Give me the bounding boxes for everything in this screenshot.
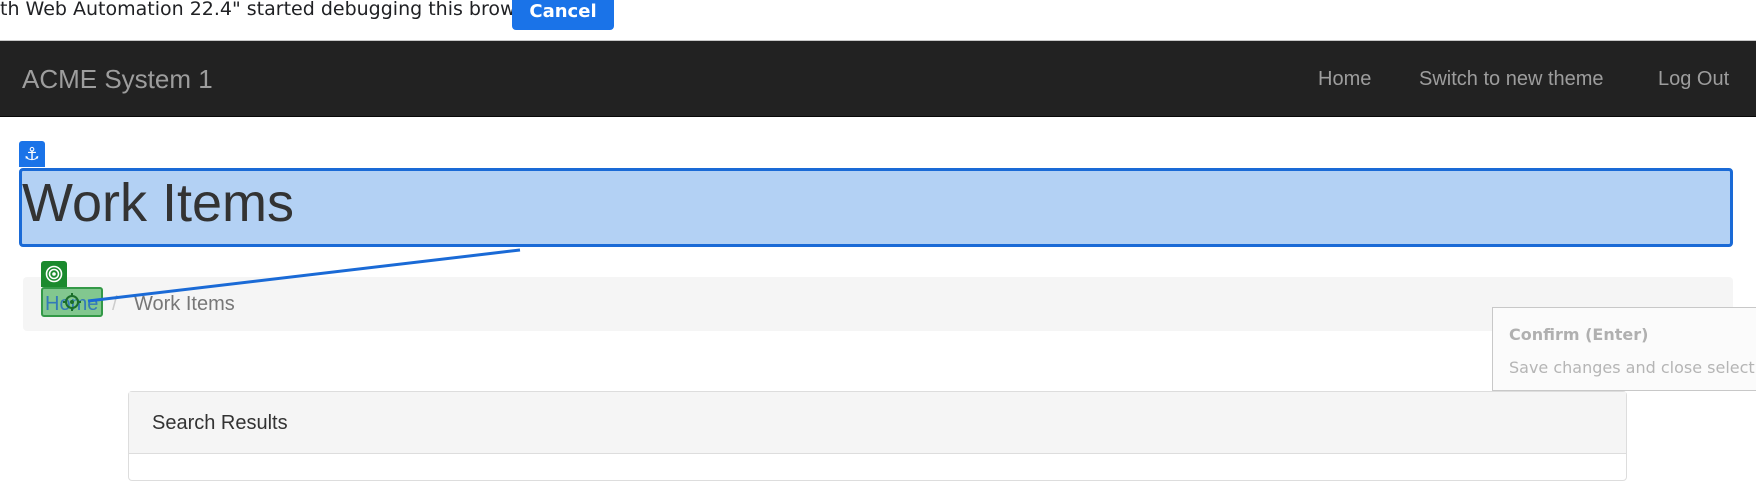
- debugger-message: th Web Automation 22.4" started debuggin…: [0, 0, 545, 20]
- nav-link-log-out[interactable]: Log Out: [1658, 66, 1729, 92]
- navbar-brand[interactable]: ACME System 1: [22, 63, 213, 95]
- tooltip-text: Save changes and close selectio: [1509, 358, 1756, 377]
- top-navbar: ACME System 1 Home Switch to new theme L…: [0, 41, 1756, 117]
- confirm-tooltip: Confirm (Enter) Save changes and close s…: [1492, 307, 1756, 391]
- cancel-debugging-button[interactable]: Cancel: [512, 0, 614, 30]
- search-results-panel: Search Results: [128, 391, 1627, 481]
- breadcrumb-separator: /: [112, 293, 118, 315]
- page-title: Work Items: [22, 173, 295, 233]
- breadcrumb: [23, 277, 1733, 331]
- nav-link-home[interactable]: Home: [1318, 66, 1371, 92]
- tooltip-title: Confirm (Enter): [1509, 325, 1649, 344]
- nav-link-switch-theme[interactable]: Switch to new theme: [1419, 66, 1604, 92]
- target-icon: [41, 261, 67, 287]
- anchor-icon: ⚓: [19, 141, 45, 167]
- panel-heading: Search Results: [129, 392, 1626, 454]
- crosshair-icon: [63, 293, 81, 311]
- breadcrumb-current: Work Items: [134, 293, 235, 315]
- debugger-infobar: th Web Automation 22.4" started debuggin…: [0, 0, 1756, 41]
- panel-title: Search Results: [152, 412, 288, 434]
